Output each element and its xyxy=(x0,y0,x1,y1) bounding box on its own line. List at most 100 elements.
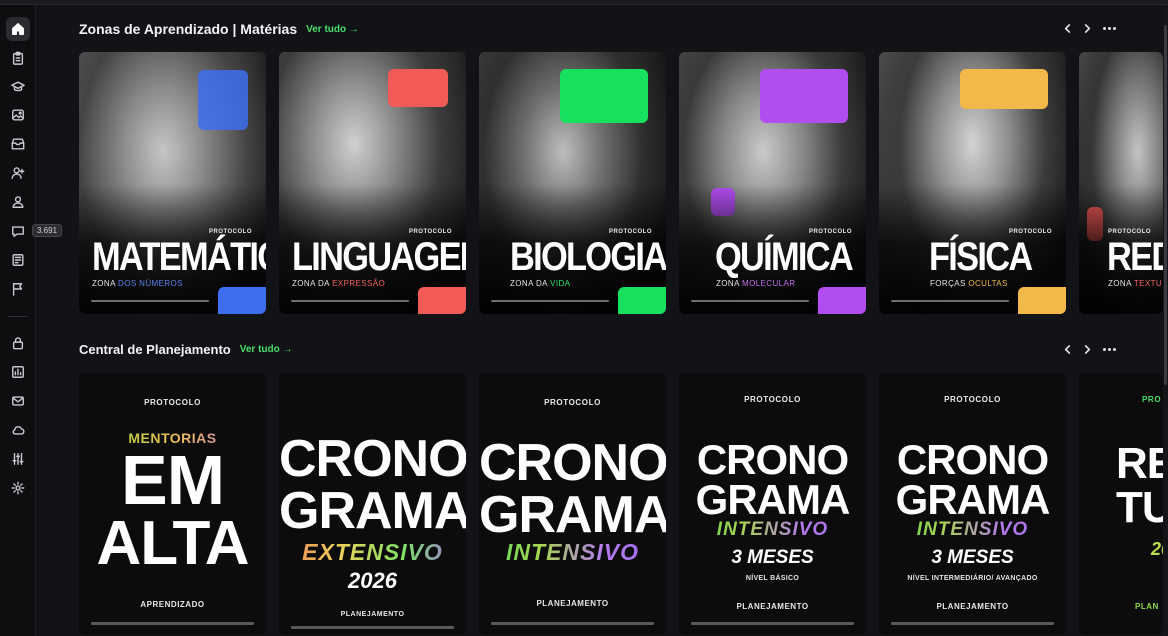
progress-bar xyxy=(691,300,809,302)
sidebar-item-analytics[interactable] xyxy=(6,360,30,384)
see-all-link[interactable]: Ver tudo → xyxy=(240,344,293,355)
sidebar-item-mail[interactable] xyxy=(6,389,30,413)
card-title-line1: CRONO xyxy=(479,434,666,492)
section-header-planning: Central de Planejamento Ver tudo → xyxy=(79,342,293,357)
card-subtitle: INTENSIVO xyxy=(879,519,1066,541)
card-protocol: PROTOCOLO xyxy=(744,395,801,404)
sidebar xyxy=(0,5,36,636)
card-subtitle: INTENSIVO xyxy=(479,539,666,566)
card-title: FÍSICA xyxy=(929,235,1033,279)
card-protocol: PRO xyxy=(1142,395,1162,404)
card-title-line2: GRAMA xyxy=(279,482,466,540)
card-subtitle: EXTENSIVO xyxy=(279,539,466,566)
home-icon xyxy=(12,23,24,35)
sidebar-item-gallery[interactable] xyxy=(6,103,30,127)
card-zone: ZONA DOS NÚMEROS xyxy=(92,279,183,288)
sidebar-item-clipboard[interactable] xyxy=(6,46,30,70)
sidebar-item-lock[interactable] xyxy=(6,331,30,355)
card-zone: ZONA MOLECULAR xyxy=(716,279,796,288)
settings-icon xyxy=(11,481,25,495)
lock-icon xyxy=(12,337,24,350)
accent-corner xyxy=(418,287,466,314)
sidebar-item-news[interactable] xyxy=(6,248,30,272)
subject-card-matematica[interactable]: PROTOCOLO MATEMÁTICA ZONA DOS NÚMEROS xyxy=(79,52,266,314)
card-footer: PLANEJAMENTO xyxy=(536,599,609,608)
cloud-icon xyxy=(12,426,25,435)
sidebar-item-users[interactable] xyxy=(6,190,30,214)
card-level: NÍVEL BÁSICO xyxy=(745,575,800,582)
sidebar-item-home[interactable] xyxy=(6,17,30,41)
chat-count-badge: 3.691 xyxy=(32,224,63,237)
sidebar-item-archive[interactable] xyxy=(6,132,30,156)
accent-block xyxy=(388,69,448,107)
section-title: Central de Planejamento xyxy=(79,342,231,357)
card-year: 2026 xyxy=(348,568,397,593)
page-scrollbar[interactable] xyxy=(1163,5,1168,636)
progress-bar xyxy=(891,300,1009,302)
progress-bar xyxy=(891,622,1054,625)
subject-card-biologia[interactable]: PROTOCOLO BIOLOGIA ZONA DA VIDA xyxy=(479,52,666,314)
accent-block xyxy=(960,69,1048,109)
card-footer: APRENDIZADO xyxy=(140,600,205,609)
card-months: 3 MESES xyxy=(931,547,1014,568)
clipboard-icon xyxy=(12,51,24,65)
window-top-edge xyxy=(0,0,1168,5)
card-title-line2: GRAMA xyxy=(895,476,1051,523)
subject-card-linguagens[interactable]: PROTOCOLO LINGUAGENS ZONA DA EXPRESSÃO xyxy=(279,52,466,314)
chat-icon xyxy=(12,226,24,237)
chevron-right-icon[interactable] xyxy=(1083,24,1092,33)
card-title: REDA xyxy=(1107,235,1163,279)
card-protocol: PROTOCOLO xyxy=(144,398,201,407)
progress-bar xyxy=(291,626,454,629)
carousel-nav-subjects xyxy=(1063,24,1116,33)
more-options-icon[interactable] xyxy=(1103,348,1116,351)
flag-icon xyxy=(12,283,23,296)
section-title: Zonas de Aprendizado | Matérias xyxy=(79,21,298,37)
card-year: 20 xyxy=(1151,539,1163,559)
card-footer: PLANEJAMENTO xyxy=(736,602,809,611)
scrollbar-thumb[interactable] xyxy=(1164,25,1167,385)
card-footer: PLANEJAMENTO xyxy=(340,611,405,618)
accent-block-front xyxy=(198,70,248,130)
sidebar-item-settings[interactable] xyxy=(6,476,30,500)
planning-card-intensivo-basico[interactable]: PROTOCOLO CRONO GRAMA INTENSIVO 3 MESES … xyxy=(679,373,866,635)
chevron-left-icon[interactable] xyxy=(1063,24,1072,33)
planning-card-revisao[interactable]: PRO REV TU 20 PLAN xyxy=(1079,373,1163,635)
card-title-line2: GRAMA xyxy=(479,486,666,544)
accent-block xyxy=(760,69,848,123)
subject-card-fisica[interactable]: PROTOCOLO FÍSICA FORÇAS OCULTAS xyxy=(879,52,1066,314)
card-footer: PLANEJAMENTO xyxy=(936,602,1009,611)
progress-bar xyxy=(91,622,254,625)
chevron-left-icon[interactable] xyxy=(1063,345,1072,354)
planning-card-intensivo[interactable]: PROTOCOLO CRONO GRAMA INTENSIVO PLANEJAM… xyxy=(479,373,666,635)
sidebar-item-chat[interactable] xyxy=(6,219,30,243)
more-options-icon[interactable] xyxy=(1103,27,1116,30)
chevron-right-icon[interactable] xyxy=(1083,345,1092,354)
progress-bar xyxy=(491,300,609,302)
sidebar-item-flag[interactable] xyxy=(6,277,30,301)
subject-card-quimica[interactable]: PROTOCOLO QUÍMICA ZONA MOLECULAR xyxy=(679,52,866,314)
sidebar-item-courses[interactable] xyxy=(6,75,30,99)
planning-card-intensivo-avancado[interactable]: PROTOCOLO CRONO GRAMA INTENSIVO 3 MESES … xyxy=(879,373,1066,635)
graduation-cap-icon xyxy=(11,81,25,92)
sidebar-item-add-user[interactable] xyxy=(6,161,30,185)
sidebar-item-sliders[interactable] xyxy=(6,447,30,471)
card-title-line2: ALTA xyxy=(96,509,249,578)
archive-icon xyxy=(11,138,25,150)
sidebar-item-cloud[interactable] xyxy=(6,418,30,442)
newspaper-icon xyxy=(12,254,24,266)
progress-bar xyxy=(91,300,209,302)
planning-card-extensivo[interactable]: CRONO GRAMA EXTENSIVO 2026 PLANEJAMENTO xyxy=(279,373,466,635)
card-title: QUÍMICA xyxy=(715,235,854,279)
progress-bar xyxy=(491,622,654,625)
image-icon xyxy=(12,109,24,121)
card-zone: FORÇAS OCULTAS xyxy=(930,279,1008,288)
card-title-line1: CRONO xyxy=(279,430,466,488)
card-footer: PLAN xyxy=(1135,602,1159,611)
card-zone: ZONA DA EXPRESSÃO xyxy=(292,279,386,288)
card-subtitle: INTENSIVO xyxy=(679,519,866,541)
see-all-link[interactable]: Ver tudo → xyxy=(306,24,359,35)
subject-card-redacao[interactable]: PROTOCOLO REDA ZONA TEXTU xyxy=(1079,52,1163,314)
users-icon xyxy=(12,196,24,208)
planning-card-mentorias[interactable]: PROTOCOLO MENTORIAS EM ALTA APRENDIZADO xyxy=(79,373,266,635)
